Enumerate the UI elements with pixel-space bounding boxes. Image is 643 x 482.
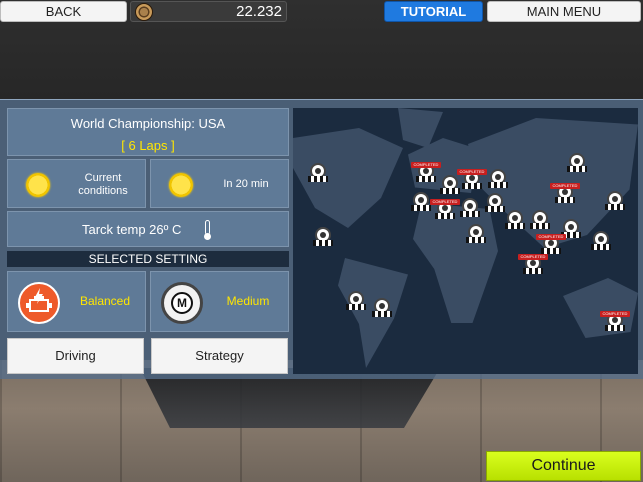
race-marker[interactable] [485,193,505,212]
back-button[interactable]: BACK [0,1,127,22]
race-marker-completed[interactable]: COMPLETED [457,169,487,189]
completed-tag: COMPLETED [411,162,441,168]
coin-balance: 22.232 [130,1,287,22]
race-marker-completed[interactable]: COMPLETED [430,199,460,219]
race-marker[interactable] [440,175,460,194]
continent-australia [563,278,638,338]
race-marker[interactable] [308,163,328,182]
tyre-compound-letter: M [171,292,193,314]
top-bar: BACK 22.232 TUTORIAL MAIN MENU [0,0,643,24]
race-marker-completed[interactable]: COMPLETED [411,162,441,182]
driving-button[interactable]: Driving [7,338,144,374]
race-marker[interactable] [567,153,587,172]
main-menu-button[interactable]: MAIN MENU [487,1,641,22]
sun-icon [26,173,50,197]
race-marker[interactable] [313,227,333,246]
continue-button[interactable]: Continue [486,451,641,481]
race-marker[interactable] [466,224,486,243]
race-marker-completed[interactable]: COMPLETED [518,254,548,274]
race-marker[interactable] [561,219,581,238]
engine-mode-label: Balanced [79,294,131,308]
completed-tag: COMPLETED [457,169,487,175]
world-map[interactable]: COMPLETED COMPLETED COMPLETED COMPLETED … [293,108,638,374]
race-info-card: World Championship: USA [ 6 Laps ] [7,108,289,156]
track-temperature-label: Tarck temp 26º C [82,222,182,237]
coin-value: 22.232 [236,3,282,20]
current-conditions-label: Current conditions [78,172,128,197]
track-temperature-card: Tarck temp 26º C [7,211,289,247]
race-marker[interactable] [488,169,508,188]
thermometer-icon [204,220,211,240]
completed-tag: COMPLETED [550,183,580,189]
race-marker[interactable] [591,231,611,250]
race-marker-completed[interactable]: COMPLETED [550,183,580,203]
completed-tag: COMPLETED [518,254,548,260]
continent-africa [413,203,498,323]
race-marker[interactable] [530,210,550,229]
race-marker[interactable] [346,291,366,310]
race-title: World Championship: USA [70,116,226,131]
race-marker[interactable] [372,298,392,317]
completed-tag: COMPLETED [536,234,566,240]
race-marker-completed[interactable]: COMPLETED [600,311,630,331]
completed-tag: COMPLETED [600,311,630,317]
tyre-compound-label: Medium [226,294,270,308]
current-weather-card: Current conditions [7,159,146,208]
completed-tag: COMPLETED [430,199,460,205]
tutorial-button[interactable]: TUTORIAL [384,1,483,22]
coin-icon [135,3,153,21]
race-setup-panel: World Championship: USA [ 6 Laps ] Curre… [0,99,643,379]
race-marker[interactable] [505,210,525,229]
race-laps: [ 6 Laps ] [121,138,175,153]
forecast-label: In 20 min [223,178,269,190]
forecast-weather-card: In 20 min [150,159,289,208]
selected-setting-header: SELECTED SETTING [7,251,289,267]
race-marker[interactable] [460,198,480,217]
race-marker-completed[interactable]: COMPLETED [536,234,566,254]
engine-mode-setting[interactable]: Balanced [7,271,146,332]
tyre-icon: M [161,282,203,324]
race-marker[interactable] [411,192,431,211]
sun-icon [169,173,193,197]
tyre-setting[interactable]: M Medium [150,271,289,332]
race-marker[interactable] [605,191,625,210]
engine-icon [18,282,60,324]
strategy-button[interactable]: Strategy [151,338,288,374]
